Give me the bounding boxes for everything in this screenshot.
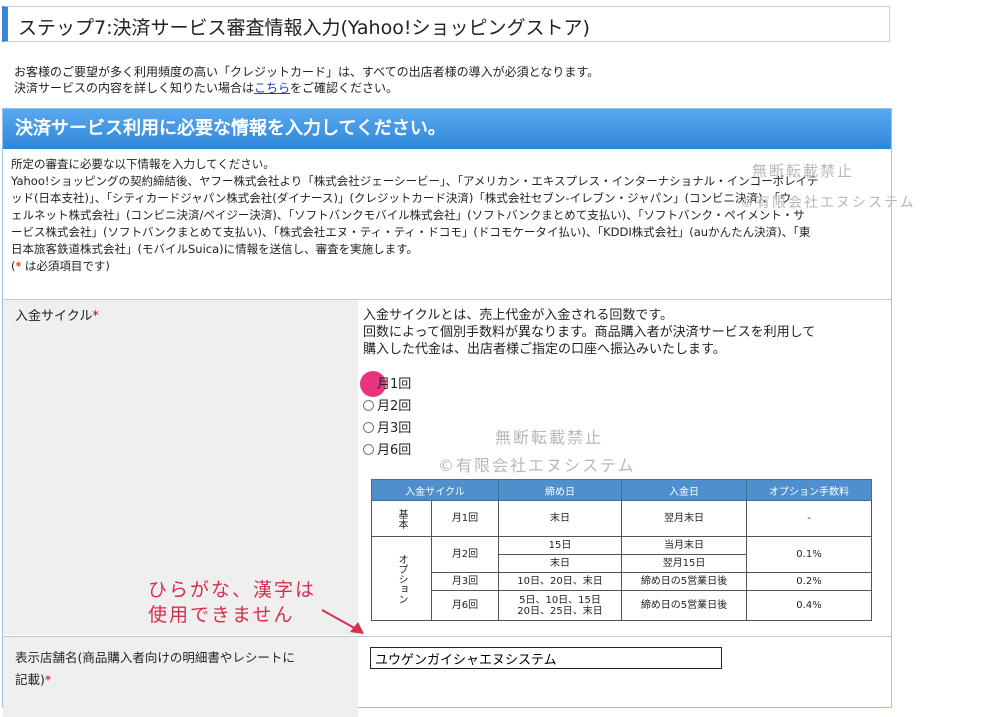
table-row: 基本 月1回 末日 翌月末日 -: [371, 500, 872, 537]
pay-cell: 当月末日: [621, 536, 747, 555]
header-payment: 入金日: [621, 479, 747, 501]
cycle-desc-line: 購入した代金は、出店者様ご指定の口座へ振込みいたします。: [363, 342, 726, 357]
section-header: 決済サービス利用に必要な情報を入力してください。: [3, 109, 891, 149]
shopname-label: 表示店舗名(商品購入者向けの明細書やレシートに 記載)*: [15, 647, 295, 691]
step-title-bar: ステップ7:決済サービス審査情報入力(Yahoo!ショッピングストア): [2, 6, 890, 42]
header-cycle: 入金サイクル: [371, 479, 499, 501]
shopname-label-text: 記載): [15, 672, 45, 687]
details-link[interactable]: こちら: [254, 81, 290, 95]
table-header-row: 入金サイクル 締め日 入金日 オプション手数料: [371, 479, 872, 501]
annotation-note: ひらがな、漢字は 使用できません: [148, 578, 316, 628]
option-label: オプション: [371, 536, 432, 621]
cycle-description: 入金サイクルとは、売上代金が入金される回数です。 回数によって個別手数料が異なり…: [363, 307, 883, 358]
required-star: *: [92, 309, 99, 324]
radio-option-month3[interactable]: 月3回: [363, 419, 411, 439]
table-row: オプション 月2回 15日 当月末日 0.1%: [371, 536, 872, 621]
pay-cell: 締め日の5営業日後: [621, 590, 747, 621]
pay-cell: 翌月末日: [621, 500, 747, 537]
radio-label: 月2回: [377, 399, 412, 414]
watermark-text: ©有限会社エヌシステム: [438, 456, 636, 475]
section-description: 所定の審査に必要な以下情報を入力してください。 Yahoo!ショッピングの契約締…: [11, 156, 879, 275]
radio-icon[interactable]: [363, 400, 374, 411]
shopname-label-cell: 表示店舗名(商品購入者向けの明細書やレシートに 記載)*: [3, 637, 358, 717]
header-closing: 締め日: [498, 479, 622, 501]
desc-line: 所定の審査に必要な以下情報を入力してください。: [11, 157, 275, 171]
close-line: 20日、25日、末日: [517, 605, 603, 617]
pay-cell: 翌月15日: [621, 554, 747, 573]
desc-line: Yahoo!ショッピングの契約締結後、ヤフー株式会社より「株式会社ジェーシービー…: [11, 174, 819, 188]
shop-name-input[interactable]: [370, 647, 722, 669]
header-fee: オプション手数料: [746, 479, 872, 501]
watermark-text: 無断転載禁止: [752, 162, 855, 180]
fee-cell: 0.2%: [746, 572, 872, 591]
desc-line: 日本旅客鉄道株式会社」(モバイルSuica)に情報を送信し、審査を実施します。: [11, 242, 418, 256]
close-cell: 10日、20日、末日: [498, 572, 622, 591]
annotation-arrow-icon: [321, 609, 364, 634]
radio-option-month2[interactable]: 月2回: [363, 397, 411, 417]
cycle-label-text: 入金サイクル: [15, 309, 93, 324]
close-cell: 15日: [498, 536, 622, 555]
table-row: 月6回 5日、10日、15日 20日、25日、末日 締め日の5営業日後 0.4%: [372, 590, 872, 621]
fee-cell: -: [746, 500, 872, 537]
intro-prefix: 決済サービスの内容を詳しく知りたい場合は: [14, 81, 255, 95]
radio-icon[interactable]: [363, 422, 374, 433]
shopname-label-line: 表示店舗名(商品購入者向けの明細書やレシートに: [15, 650, 295, 665]
radio-label: 月3回: [377, 421, 412, 436]
radio-option-month1[interactable]: 月1回: [360, 371, 412, 397]
close-line: 5日、10日、15日: [519, 594, 601, 606]
watermark-text: 無断転載禁止: [495, 428, 604, 447]
pay-cell: 締め日の5営業日後: [621, 572, 747, 591]
radio-option-month6[interactable]: 月6回: [363, 441, 411, 461]
intro-text: お客様のご要望が多く利用頻度の高い「クレジットカード」は、すべての出店者様の導入…: [14, 64, 599, 96]
note-rest: は必須項目です): [21, 259, 110, 273]
fee-cell: 0.4%: [746, 590, 872, 621]
radio-icon[interactable]: [363, 444, 374, 455]
intro-suffix: をご確認ください。: [290, 81, 399, 95]
required-note: (* は必須項目です): [11, 258, 879, 275]
shopname-label-line: 記載)*: [15, 669, 295, 691]
close-cell: 5日、10日、15日 20日、25日、末日: [498, 590, 622, 621]
cycle-cell: 月3回: [431, 572, 499, 591]
desc-line: ービス株式会社」(ソフトバンクまとめて支払い)、「株式会社エヌ・ティ・ティ・ドコ…: [11, 225, 811, 239]
cycle-cell: 月2回: [431, 536, 499, 573]
cycle-desc-line: 入金サイクルとは、売上代金が入金される回数です。: [363, 308, 674, 323]
radio-label: 月1回: [377, 377, 412, 392]
watermark-text: ©有限会社エヌシステム: [740, 195, 916, 211]
cycle-cell: 月6回: [431, 590, 499, 621]
intro-line-1: お客様のご要望が多く利用頻度の高い「クレジットカード」は、すべての出店者様の導入…: [14, 65, 600, 79]
radio-label: 月6回: [377, 443, 412, 458]
close-cell: 末日: [498, 500, 622, 537]
table-row: 月3回 10日、20日、末日 締め日の5営業日後 0.2%: [372, 572, 872, 591]
cycle-desc-line: 回数によって個別手数料が異なります。商品購入者が決済サービスを利用して: [363, 325, 816, 340]
page-title: ステップ7:決済サービス審査情報入力(Yahoo!ショッピングストア): [18, 17, 590, 39]
intro-line-2: 決済サービスの内容を詳しく知りたい場合はこちらをご確認ください。: [14, 80, 599, 96]
annotation-line: ひらがな、漢字は: [148, 579, 317, 601]
required-star: *: [44, 672, 52, 687]
annotation-line: 使用できません: [148, 604, 295, 626]
close-cell: 末日: [498, 554, 622, 573]
fee-table: 入金サイクル 締め日 入金日 オプション手数料 基本 月1回 末日 翌月末日 -…: [371, 479, 872, 621]
cycle-label: 入金サイクル*: [15, 306, 99, 328]
basic-label: 基本: [371, 500, 432, 537]
fee-cell: 0.1%: [746, 536, 872, 573]
cycle-cell: 月1回: [431, 500, 499, 537]
